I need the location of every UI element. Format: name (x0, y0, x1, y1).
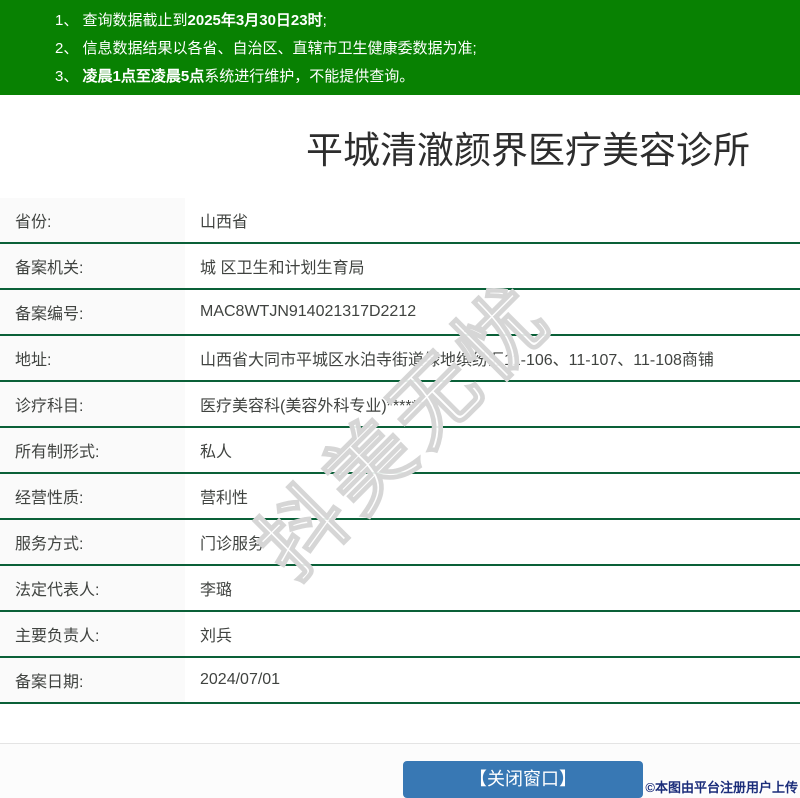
row-value: 山西省大同市平城区水泊寺街道绿地缤纷汇11-106、11-107、11-108商… (200, 352, 714, 369)
notice-3-post: 系统进行维护，不能提供查询。 (204, 68, 415, 85)
row-label: 法定代表人: (0, 566, 185, 610)
page-title: 平城清澈颜界医疗美容诊所 (306, 130, 750, 171)
copyright-text: ©本图由平台注册用户上传 (645, 780, 798, 795)
table-row-filing-number: 备案编号: MAC8WTJN914021317D2212 (0, 290, 800, 336)
row-value: 李璐 (200, 582, 233, 599)
row-label: 诊疗科目: (0, 382, 185, 426)
notice-line-2: 2、 信息数据结果以各省、自治区、直辖市卫生健康委数据为准; (0, 35, 800, 63)
notice-line-3: 3、 凌晨1点至凌晨5点系统进行维护，不能提供查询。 (0, 63, 800, 91)
notice-3-bold: 凌晨1点至凌晨5点 (82, 68, 205, 85)
table-row-address: 地址: 山西省大同市平城区水泊寺街道绿地缤纷汇11-106、11-107、11-… (0, 336, 800, 382)
footer-spacer (0, 704, 800, 743)
row-value: 山西省 (200, 214, 249, 231)
row-label: 主要负责人: (0, 612, 185, 656)
table-row-service-mode: 服务方式: 门诊服务 (0, 520, 800, 566)
row-value: 医疗美容科(美容外科专业)****** (200, 398, 425, 415)
notice-3-number: 3、 (55, 68, 79, 85)
table-row-filing-date: 备案日期: 2024/07/01 (0, 658, 800, 704)
row-label: 备案日期: (0, 658, 185, 702)
row-value: 刘兵 (200, 628, 233, 645)
close-window-button[interactable]: 【关闭窗口】 (403, 761, 643, 798)
row-label: 省份: (0, 198, 185, 242)
notice-1-bold: 2025年3月30日23时 (187, 12, 323, 29)
notice-2-number: 2、 (55, 40, 79, 57)
row-label: 所有制形式: (0, 428, 185, 472)
row-label: 地址: (0, 336, 185, 380)
notice-bar: 1、 查询数据截止到2025年3月30日23时; 2、 信息数据结果以各省、自治… (0, 0, 800, 95)
row-value: 城 区卫生和计划生育局 (200, 260, 365, 277)
row-value: MAC8WTJN914021317D2212 (200, 303, 417, 320)
table-row-province: 省份: 山西省 (0, 198, 800, 244)
row-value: 门诊服务 (200, 536, 265, 553)
info-table: 省份: 山西省 备案机关: 城 区卫生和计划生育局 备案编号: MAC8WTJN… (0, 198, 800, 704)
notice-2-text: 信息数据结果以各省、自治区、直辖市卫生健康委数据为准; (82, 40, 477, 57)
row-label: 经营性质: (0, 474, 185, 518)
row-value: 2024/07/01 (200, 671, 281, 688)
table-row-filing-authority: 备案机关: 城 区卫生和计划生育局 (0, 244, 800, 290)
notice-1-post: ; (322, 12, 327, 29)
table-row-legal-representative: 法定代表人: 李璐 (0, 566, 800, 612)
table-row-ownership-form: 所有制形式: 私人 (0, 428, 800, 474)
row-value: 私人 (200, 444, 233, 461)
row-label: 备案编号: (0, 290, 185, 334)
row-value: 营利性 (200, 490, 249, 507)
table-row-treatment-subjects: 诊疗科目: 医疗美容科(美容外科专业)****** (0, 382, 800, 428)
notice-line-1: 1、 查询数据截止到2025年3月30日23时; (0, 7, 800, 35)
notice-1-text: 查询数据截止到 (82, 12, 188, 29)
row-label: 备案机关: (0, 244, 185, 288)
table-row-main-person-in-charge: 主要负责人: 刘兵 (0, 612, 800, 658)
footer: 【关闭窗口】 ©本图由平台注册用户上传 (0, 743, 800, 798)
row-label: 服务方式: (0, 520, 185, 564)
table-row-business-nature: 经营性质: 营利性 (0, 474, 800, 520)
notice-1-number: 1、 (55, 12, 79, 29)
